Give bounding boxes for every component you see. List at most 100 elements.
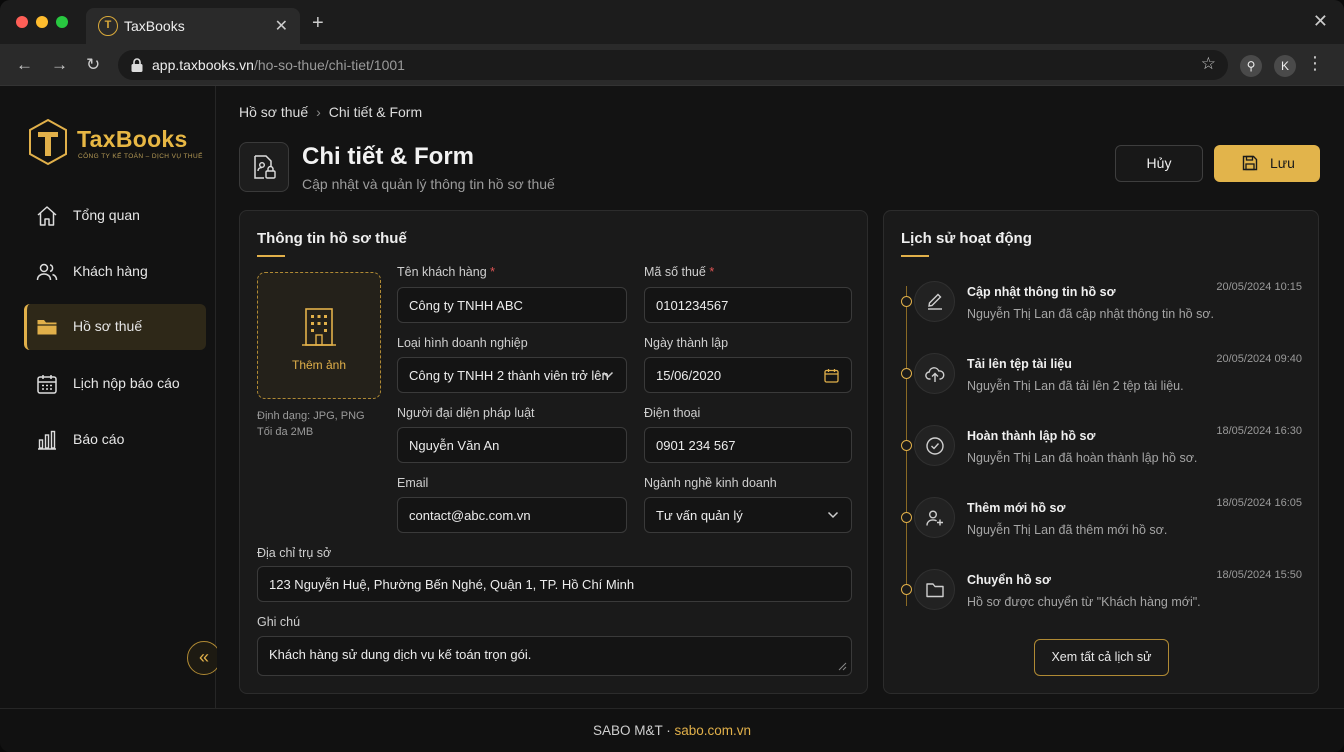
legal-rep-field[interactable]: Nguyễn Văn An	[397, 427, 627, 463]
sidebar-item-overview[interactable]: Tổng quan	[24, 193, 206, 239]
timeline-dot	[901, 296, 912, 307]
photo-upload-dropzone[interactable]: Thêm ảnh	[257, 272, 381, 399]
calendar-icon	[37, 375, 57, 394]
sidebar-item-label: Lịch nộp báo cáo	[73, 375, 180, 391]
upload-label: Thêm ảnh	[291, 358, 347, 372]
taxbooks-logo-icon	[29, 118, 67, 166]
timeline-item-desc: Hồ sơ được chuyển từ "Khách hàng mới".	[967, 595, 1201, 609]
maximize-window-dot[interactable]	[56, 16, 68, 28]
sidebar-item-customers[interactable]: Khách hàng	[24, 249, 206, 295]
tax-code-field[interactable]: 0101234567	[644, 287, 852, 323]
save-button-label: Lưu	[1270, 155, 1295, 171]
address-label: Địa chỉ trụ sở	[257, 546, 332, 560]
collapse-sidebar-button[interactable]: «	[187, 641, 221, 675]
timeline-item-time: 18/05/2024 15:50	[1216, 569, 1302, 581]
chevron-down-icon	[827, 511, 839, 519]
url-field[interactable]: app.taxbooks.vn/ho-so-thue/chi-tiet/1001…	[118, 50, 1228, 80]
footer-company: SABO M&T	[592, 723, 663, 738]
legal-rep-label: Người đại diện pháp luật	[397, 406, 535, 420]
tab-bar: T TaxBooks ✕ + ✕	[0, 0, 1344, 44]
url-host: app.taxbooks.vn	[152, 57, 254, 73]
address-field[interactable]: 123 Nguyễn Huệ, Phường Bến Nghé, Quận 1,…	[257, 566, 852, 602]
browser-tab[interactable]: T TaxBooks ✕	[86, 8, 300, 44]
timeline-icon-badge	[914, 425, 955, 466]
save-button[interactable]: Lưu	[1214, 145, 1320, 182]
history-card-title: Lịch sử hoạt động	[901, 230, 1032, 247]
timeline-item-desc: Nguyễn Thị Lan đã cập nhật thông tin hồ …	[967, 307, 1215, 321]
taxbooks-favicon-icon: T	[98, 16, 118, 36]
back-arrow-icon[interactable]: ←	[16, 55, 33, 75]
upload-hint-size: Tối đa 2MB	[257, 426, 314, 438]
customer-name-value: Công ty TNHH ABC	[409, 298, 523, 313]
browser-menu-icon[interactable]: ⋮	[1306, 53, 1324, 74]
timeline-item-time: 20/05/2024 09:40	[1216, 353, 1302, 365]
new-tab-icon[interactable]: +	[312, 12, 324, 35]
close-window-dot[interactable]	[16, 16, 28, 28]
founded-date-value: 15/06/2020	[656, 368, 722, 383]
main-content: Hồ sơ thuế › Chi tiết & Form Chi tiết & Fo…	[217, 86, 1344, 708]
bar-chart-icon	[38, 430, 56, 450]
required-mark: *	[490, 265, 496, 279]
timeline-icon-badge	[914, 497, 955, 538]
timeline-item-desc: Nguyễn Thị Lan đã hoàn thành lập hồ sơ.	[967, 451, 1198, 465]
founded-date-label: Ngày thành lập	[644, 336, 729, 350]
required-mark: *	[709, 265, 715, 279]
tab-close-icon[interactable]: ✕	[275, 16, 288, 36]
timeline-item-title: Cập nhật thông tin hồ sơ	[967, 285, 1116, 299]
sidebar-item-label: Khách hàng	[73, 263, 148, 279]
note-textarea[interactable]: Khách hàng sử dung dịch vụ kế toán trọn …	[257, 636, 852, 676]
business-type-select[interactable]: Công ty TNHH 2 thành viên trở lên	[397, 357, 627, 393]
timeline-item-desc: Nguyễn Thị Lan đã thêm mới hồ sơ.	[967, 523, 1168, 537]
tab-title: TaxBooks	[124, 18, 185, 34]
minimize-window-dot[interactable]	[36, 16, 48, 28]
user-plus-icon	[926, 510, 943, 526]
breadcrumb-item-current: Chi tiết & Form	[328, 104, 423, 120]
extension-icon[interactable]: ⚲	[1240, 55, 1262, 77]
customer-name-label-text: Tên khách hàng	[397, 265, 487, 279]
users-icon	[36, 263, 58, 281]
check-circle-icon	[926, 437, 944, 455]
view-all-history-button[interactable]: Xem tất cả lịch sử	[1034, 639, 1169, 676]
activity-history-card: Lịch sử hoạt động Cập nhật thông tin hồ …	[883, 210, 1319, 694]
timeline-dot	[901, 512, 912, 523]
url-text: app.taxbooks.vn/ho-so-thue/chi-tiet/1001	[152, 57, 405, 73]
window-close-icon[interactable]: ✕	[1313, 11, 1328, 32]
url-path: /ho-so-thue/chi-tiet/1001	[253, 57, 405, 73]
sidebar-item-reports[interactable]: Báo cáo	[24, 417, 206, 463]
customer-name-field[interactable]: Công ty TNHH ABC	[397, 287, 627, 323]
industry-select[interactable]: Tư vấn quản lý	[644, 497, 852, 533]
timeline-item-title: Tải lên tệp tài liệu	[967, 357, 1072, 371]
forward-arrow-icon[interactable]: →	[51, 55, 68, 75]
profile-avatar[interactable]: K	[1274, 55, 1296, 77]
email-value: contact@abc.com.vn	[409, 508, 531, 523]
page-icon	[239, 142, 289, 192]
chevron-down-icon	[602, 371, 614, 379]
title-underline	[901, 255, 929, 257]
page-subtitle: Cập nhật và quản lý thông tin hồ sơ thuế	[302, 176, 555, 192]
edit-icon	[928, 293, 942, 310]
timeline-item-time: 18/05/2024 16:30	[1216, 425, 1302, 437]
title-underline	[257, 255, 285, 257]
calendar-icon[interactable]	[824, 368, 839, 383]
breadcrumb-item-tax-files[interactable]: Hồ sơ thuế	[239, 104, 308, 120]
sidebar-item-tax-files[interactable]: Hồ sơ thuế	[24, 304, 206, 350]
sidebar-item-report-calendar[interactable]: Lịch nộp báo cáo	[24, 361, 206, 407]
cancel-button[interactable]: Hủy	[1115, 145, 1203, 182]
email-field[interactable]: contact@abc.com.vn	[397, 497, 627, 533]
bookmark-star-icon[interactable]: ☆	[1201, 54, 1216, 74]
sidebar-item-label: Báo cáo	[73, 431, 125, 447]
timeline-icon-badge	[914, 281, 955, 322]
note-value: Khách hàng sử dung dịch vụ kế toán trọn …	[269, 647, 532, 662]
address-value: 123 Nguyễn Huệ, Phường Bến Nghé, Quận 1,…	[269, 577, 635, 592]
founded-date-picker[interactable]: 15/06/2020	[644, 357, 852, 393]
footer-site-link[interactable]: sabo.com.vn	[675, 723, 752, 738]
resize-handle-icon[interactable]	[838, 662, 847, 671]
reload-icon[interactable]: ↻	[86, 55, 100, 75]
timeline-icon-badge	[914, 353, 955, 394]
timeline-dot	[901, 368, 912, 379]
timeline-dot	[901, 440, 912, 451]
phone-field[interactable]: 0901 234 567	[644, 427, 852, 463]
form-card-title: Thông tin hồ sơ thuế	[257, 230, 407, 247]
lock-icon	[131, 58, 143, 72]
page-title: Chi tiết & Form	[302, 143, 474, 170]
